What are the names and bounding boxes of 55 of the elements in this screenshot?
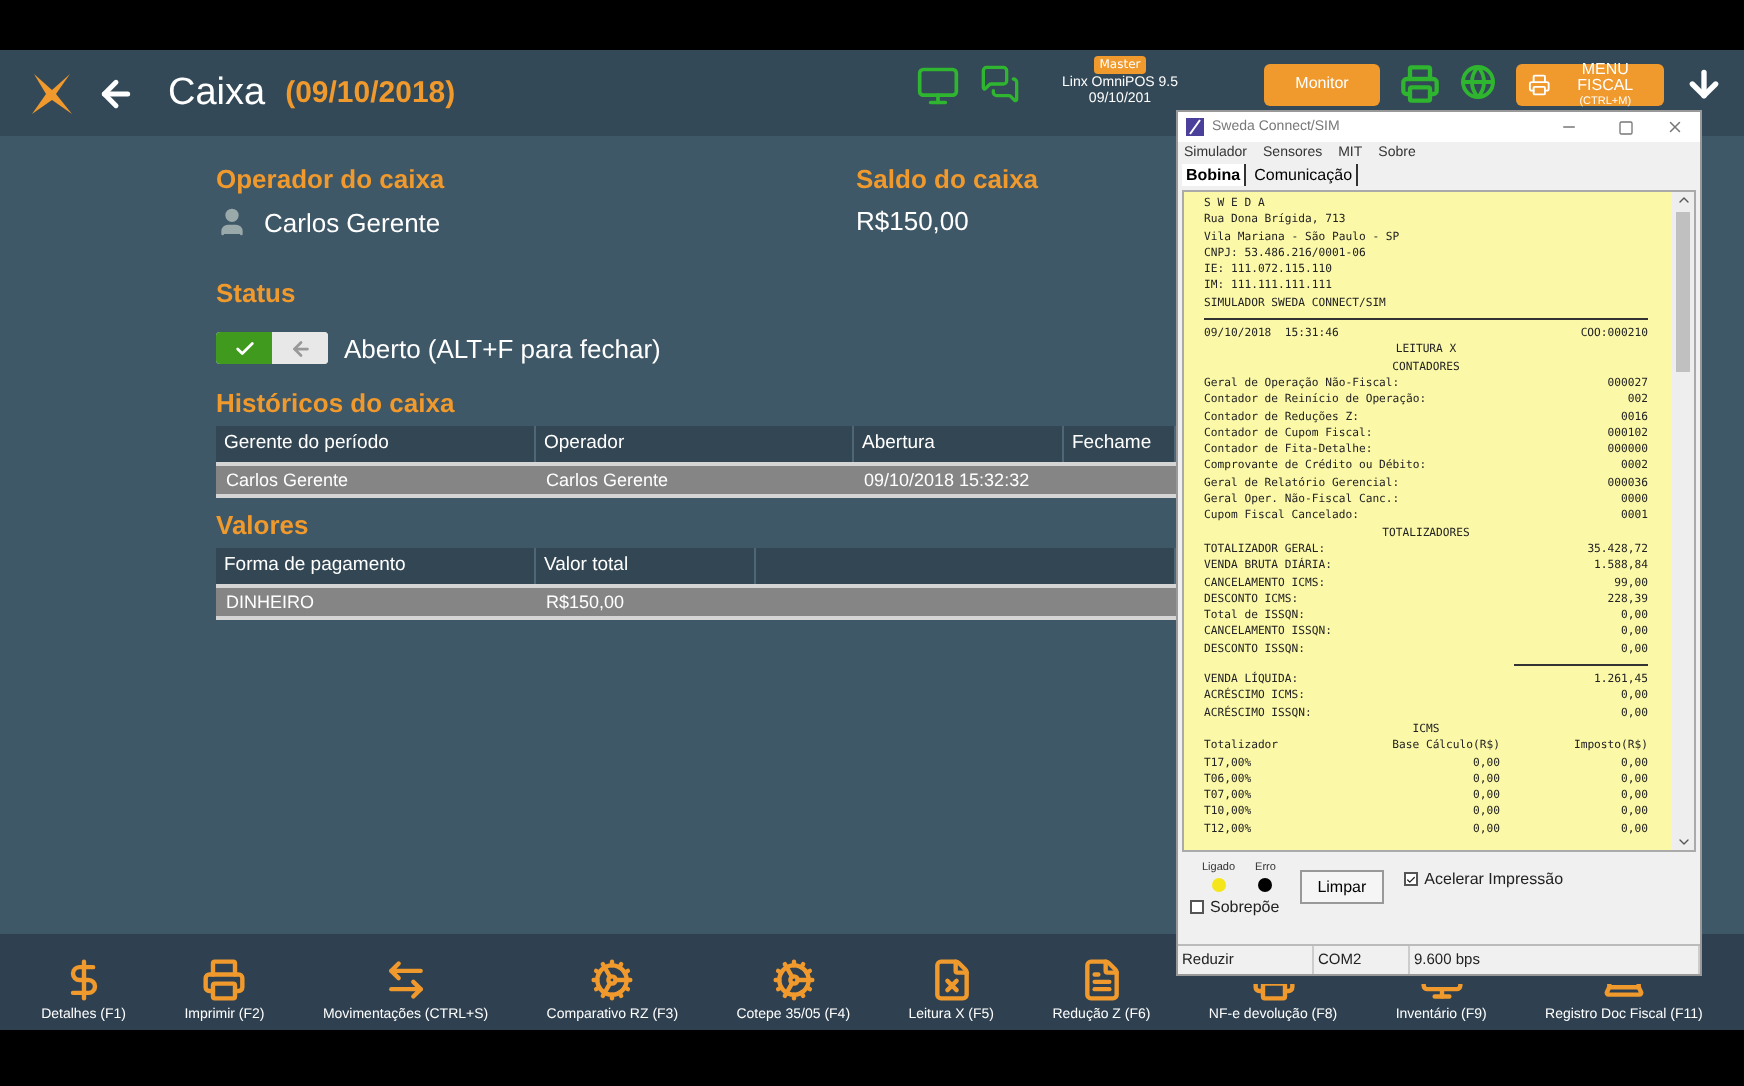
column-header: Abertura (854, 426, 1064, 462)
section-title: Valores (216, 510, 311, 540)
arrow-icon (289, 337, 311, 359)
scroll-thumb[interactable] (1676, 212, 1690, 372)
column-header: Fechame (1064, 426, 1176, 462)
logo-icon (28, 69, 76, 117)
status-label: Aberto (ALT+F para fechar) (344, 333, 661, 363)
printer-icon (202, 958, 247, 1002)
tab[interactable]: Bobina (1182, 164, 1247, 186)
document-icon (1079, 958, 1124, 1002)
balance-value: R$150,00 (856, 206, 971, 236)
check-icon (233, 337, 255, 359)
scroll-up-icon[interactable] (1675, 192, 1691, 208)
user-icon (216, 206, 248, 238)
laptop-icon (1601, 984, 1646, 1002)
check-icon (1406, 873, 1417, 885)
checkbox[interactable]: Acelerar Impressão (1404, 870, 1564, 888)
section-title: Saldo do caixa (856, 164, 1041, 194)
monitor-icon (1419, 984, 1464, 1002)
table-cell: R$150,00 (536, 584, 756, 620)
table-cell: DINHEIRO (216, 584, 536, 620)
chat-icon[interactable] (980, 64, 1020, 104)
gears-icon (590, 958, 635, 1002)
page-title: Caixa (168, 71, 266, 115)
column-header: Valor total (536, 548, 756, 584)
table-cell: 09/10/2018 15:32:32 (854, 462, 1064, 498)
scrollbar[interactable] (1672, 192, 1694, 850)
page-date: (09/10/2018) (285, 76, 456, 110)
arrows-icon (383, 958, 428, 1002)
globe-icon[interactable] (1460, 64, 1496, 100)
table-row[interactable]: Carlos Gerente Carlos Gerente 09/10/2018 15:32:32 (216, 462, 1176, 494)
monitor-icon[interactable] (916, 64, 960, 108)
column-header: Gerente do período (216, 426, 536, 462)
table-cell: Carlos Gerente (536, 462, 854, 498)
file-x-icon (929, 958, 974, 1002)
section-title: Operador do caixa (216, 164, 447, 194)
gears-icon (771, 958, 816, 1002)
checkbox[interactable]: Sobrepõe (1190, 898, 1280, 916)
app-icon (1186, 118, 1204, 136)
table-cell: Carlos Gerente (216, 462, 536, 498)
scroll-down-icon[interactable] (1675, 834, 1691, 850)
operator-name: Carlos Gerente (264, 207, 441, 237)
column-header: Operador (536, 426, 854, 462)
clear-button[interactable]: Limpar (1299, 870, 1385, 904)
printer-icon[interactable] (1400, 64, 1440, 104)
printer-icon (1251, 984, 1296, 1002)
tab[interactable]: Comunicação (1250, 164, 1359, 186)
section-title: Históricos do caixa (216, 388, 457, 418)
table-row[interactable]: DINHEIRO R$150,00 (216, 584, 1176, 616)
close-icon[interactable] (1666, 118, 1684, 136)
printer-icon (1528, 72, 1551, 98)
maximize-icon[interactable] (1618, 119, 1634, 135)
status-toggle[interactable] (216, 332, 328, 364)
column-header: Forma de pagamento (216, 548, 536, 584)
section-title: Status (216, 278, 298, 308)
